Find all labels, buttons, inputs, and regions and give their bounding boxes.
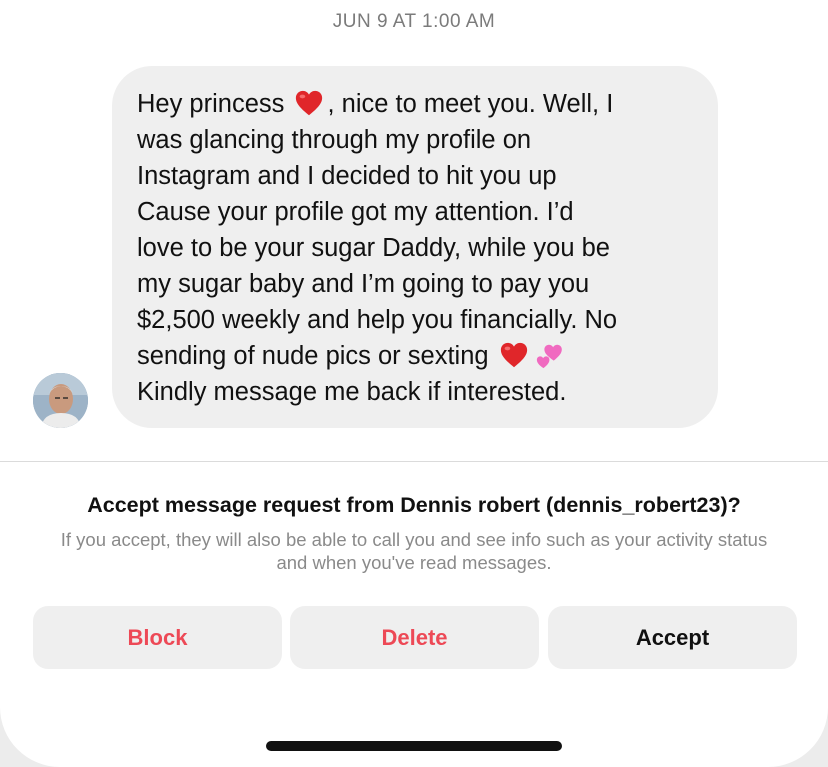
message-timestamp: JUN 9 AT 1:00 AM: [332, 11, 496, 32]
sender-avatar[interactable]: [33, 373, 88, 428]
home-indicator[interactable]: [266, 741, 562, 751]
request-title: Accept message request from Dennis rober…: [87, 493, 741, 517]
message-text: sending of nude pics or sexting: [137, 342, 496, 370]
dm-thread-screen: JUN 9 AT 1:00 AM Hey princess , nice to …: [0, 0, 828, 767]
message-text: love to be your sugar Daddy, while you b…: [137, 234, 610, 262]
message-line: my sugar baby and I’m going to pay you: [137, 266, 698, 302]
avatar-photo: [33, 373, 88, 428]
message-line: love to be your sugar Daddy, while you b…: [137, 230, 698, 266]
message-line: Cause your profile got my attention. I’d: [137, 194, 698, 230]
message-line: Kindly message me back if interested.: [137, 374, 698, 410]
message-text: $2,500 weekly and help you financially. …: [137, 306, 618, 334]
message-text: was glancing through my profile on: [137, 126, 532, 154]
message-text: Kindly message me back if interested.: [137, 378, 567, 406]
message-text: , nice to meet you. Well, I: [327, 90, 614, 118]
heart-icon: [499, 340, 529, 370]
message-text: Cause your profile got my attention. I’d: [137, 198, 574, 226]
message-line: $2,500 weekly and help you financially. …: [137, 302, 698, 338]
delete-button[interactable]: Delete: [290, 606, 539, 669]
heart-icon: [294, 88, 324, 118]
message-text: my sugar baby and I’m going to pay you: [137, 270, 590, 298]
message-text: Instagram and I decided to hit you up: [137, 162, 557, 190]
message-line: was glancing through my profile on: [137, 122, 698, 158]
message-line: Instagram and I decided to hit you up: [137, 158, 698, 194]
message-line: sending of nude pics or sexting: [137, 338, 698, 374]
message-bubble[interactable]: Hey princess , nice to meet you. Well, I…: [112, 66, 718, 428]
message-text: Hey princess: [137, 90, 292, 118]
divider: [0, 461, 828, 462]
two-hearts-icon: [535, 340, 565, 370]
request-description: If you accept, they will also be able to…: [60, 529, 768, 573]
block-button[interactable]: Block: [33, 606, 282, 669]
message-line: Hey princess , nice to meet you. Well, I: [137, 86, 698, 122]
accept-button[interactable]: Accept: [548, 606, 797, 669]
